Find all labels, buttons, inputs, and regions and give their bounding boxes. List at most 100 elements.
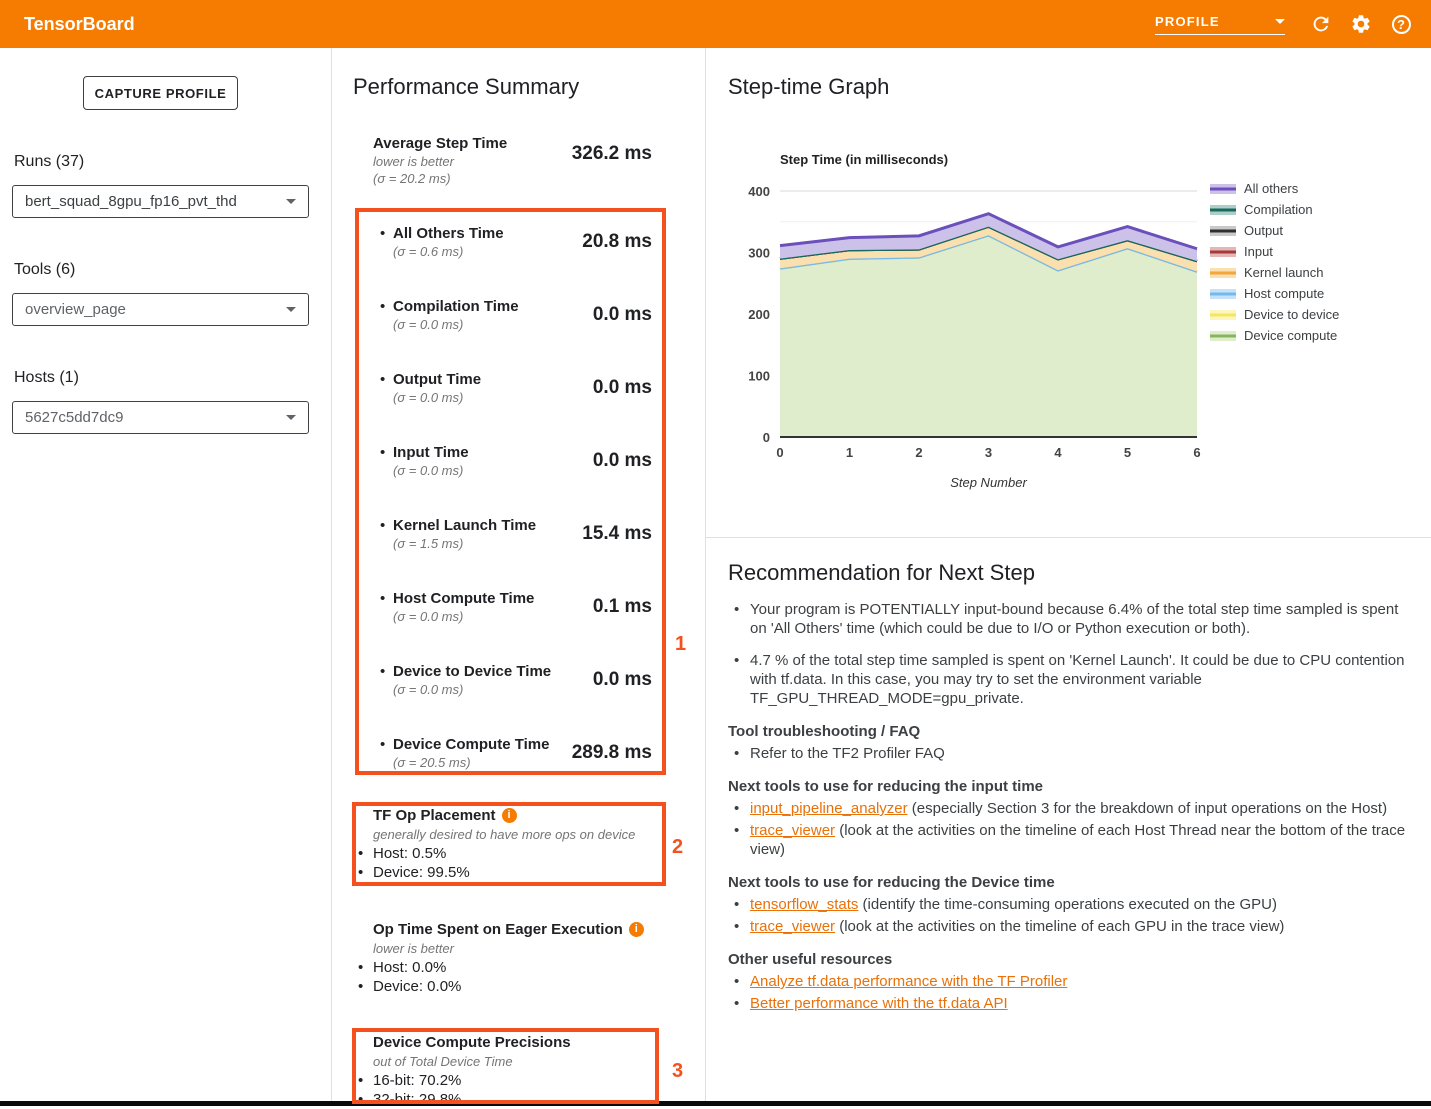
legend-label: Device to device [1244, 307, 1339, 322]
help-button[interactable]: ? [1381, 4, 1421, 44]
metric-value: 20.8 ms [582, 231, 652, 253]
recommendation-list: Refer to the TF2 Profiler FAQ [728, 744, 1417, 763]
metric-row: •Compilation Time(σ = 0.0 ms)0.0 ms [332, 298, 705, 342]
right-panel: Step-time Graph 01002003004000123456Step… [706, 48, 1431, 1101]
stat-list-item: Host: 0.5% [373, 844, 705, 863]
recommendation-text: 4.7 % of the total step time sampled is … [750, 652, 1404, 707]
metric-sigma: (σ = 0.0 ms) [393, 681, 705, 698]
metric-subtitle: lower is better [373, 153, 705, 170]
bullet-icon: • [380, 736, 385, 753]
recommendation-text: (identify the time-consuming operations … [858, 896, 1277, 913]
recommendation-link[interactable]: tensorflow_stats [750, 896, 858, 913]
metric-row: •All Others Time(σ = 0.6 ms)20.8 ms [332, 225, 705, 269]
refresh-button[interactable] [1301, 4, 1341, 44]
chevron-down-icon [286, 307, 296, 312]
y-tick-label: 100 [748, 369, 770, 384]
metric-title: Device Compute Time [393, 736, 705, 754]
runs-label: Runs (37) [14, 153, 84, 171]
recommendation-list: tensorflow_stats (identify the time-cons… [728, 895, 1417, 936]
recommendation-text: Refer to the TF2 Profiler FAQ [750, 745, 945, 762]
metric-sigma: (σ = 0.0 ms) [393, 462, 705, 479]
recommendation-section-heading: Tool troubleshooting / FAQ [728, 722, 1417, 741]
stat-list-item: 32-bit: 29.8% [373, 1090, 705, 1109]
sidebar: CAPTURE PROFILE Runs (37) bert_squad_8gp… [0, 48, 332, 1101]
legend-label: Kernel launch [1244, 265, 1324, 280]
app-title: TensorBoard [24, 14, 135, 35]
header-actions: PROFILE ? [1155, 0, 1421, 48]
metric-title: Compilation Time [393, 298, 705, 316]
stat-list-item: 16-bit: 70.2% [373, 1071, 705, 1090]
tools-select[interactable]: overview_page [12, 293, 309, 326]
hosts-select-value: 5627c5dd7dc9 [25, 409, 123, 426]
info-icon[interactable]: i [629, 922, 644, 937]
recommendation-item: Analyze tf.data performance with the TF … [728, 972, 1417, 991]
metric-title: Output Time [393, 371, 705, 389]
recommendation-item: Your program is POTENTIALLY input-bound … [728, 600, 1417, 638]
metric-row: •Kernel Launch Time(σ = 1.5 ms)15.4 ms [332, 517, 705, 561]
y-tick-label: 0 [763, 430, 770, 445]
y-tick-label: 400 [748, 184, 770, 199]
annotation-number-3: 3 [672, 1060, 683, 1083]
metric-row: •Device Compute Time(σ = 20.5 ms)289.8 m… [332, 736, 705, 780]
recommendation-item: trace_viewer (look at the activities on … [728, 917, 1417, 936]
metric-sigma: (σ = 0.0 ms) [393, 389, 705, 406]
bullet-icon: • [380, 517, 385, 534]
recommendation-list: Your program is POTENTIALLY input-bound … [728, 600, 1417, 708]
metric-title: Host Compute Time [393, 590, 705, 608]
recommendation-text: (look at the activities on the timeline … [835, 918, 1284, 935]
stat-list-item: Device: 99.5% [373, 863, 705, 882]
eager-execution-block: Op Time Spent on Eager Executioni lower … [332, 920, 705, 996]
average-step-time-row: Average Step Time lower is better (σ = 2… [332, 135, 705, 187]
info-icon[interactable]: i [502, 808, 517, 823]
metric-value: 0.0 ms [593, 450, 652, 472]
recommendation-link[interactable]: trace_viewer [750, 918, 835, 935]
performance-summary-panel: Performance Summary Average Step Time lo… [332, 48, 706, 1101]
legend-label: Output [1244, 223, 1283, 238]
metric-sigma: (σ = 20.2 ms) [373, 170, 705, 187]
recommendation-link[interactable]: Analyze tf.data performance with the TF … [750, 973, 1067, 990]
stat-subtitle: generally desired to have more ops on de… [373, 825, 705, 844]
y-tick-label: 300 [748, 246, 770, 261]
legend-label: Compilation [1244, 202, 1313, 217]
step-time-chart: 01002003004000123456Step Time (in millis… [706, 148, 1431, 513]
recommendation-heading: Recommendation for Next Step [728, 560, 1035, 586]
bottom-border-bar [0, 1101, 1431, 1106]
annotation-number-2: 2 [672, 836, 683, 859]
capture-profile-button[interactable]: CAPTURE PROFILE [83, 76, 238, 110]
x-tick-label: 6 [1193, 445, 1200, 460]
recommendation-item: Better performance with the tf.data API [728, 994, 1417, 1013]
tools-select-value: overview_page [25, 301, 126, 318]
metric-sigma: (σ = 0.0 ms) [393, 316, 705, 333]
recommendation-link[interactable]: trace_viewer [750, 822, 835, 839]
gear-icon [1350, 13, 1372, 35]
recommendation-text: (look at the activities on the timeline … [750, 822, 1405, 858]
y-tick-label: 200 [748, 307, 770, 322]
metric-row: •Output Time(σ = 0.0 ms)0.0 ms [332, 371, 705, 415]
recommendation-item: Refer to the TF2 Profiler FAQ [728, 744, 1417, 763]
metric-value: 0.0 ms [593, 304, 652, 326]
dashboard-selector[interactable]: PROFILE [1155, 14, 1285, 35]
tf-op-placement-block: TF Op Placementi generally desired to ha… [332, 806, 705, 882]
recommendation-section-heading: Next tools to use for reducing the input… [728, 777, 1417, 796]
section-divider [706, 537, 1431, 538]
stat-list: Host: 0.5%Device: 99.5% [332, 844, 705, 882]
hosts-label: Hosts (1) [14, 369, 79, 387]
recommendation-list: input_pipeline_analyzer (especially Sect… [728, 799, 1417, 859]
recommendation-item: input_pipeline_analyzer (especially Sect… [728, 799, 1417, 818]
stat-subtitle: lower is better [373, 939, 705, 958]
runs-select[interactable]: bert_squad_8gpu_fp16_pvt_thd [12, 185, 309, 218]
metric-sigma: (σ = 0.6 ms) [393, 243, 705, 260]
tools-label: Tools (6) [14, 261, 75, 279]
recommendation-link[interactable]: input_pipeline_analyzer [750, 800, 908, 817]
x-tick-label: 5 [1124, 445, 1131, 460]
recommendation-text: (especially Section 3 for the breakdown … [908, 800, 1387, 817]
area-device-compute [780, 235, 1197, 437]
metric-sigma: (σ = 20.5 ms) [393, 754, 705, 771]
bullet-icon: • [380, 590, 385, 607]
recommendation-link[interactable]: Better performance with the tf.data API [750, 995, 1008, 1012]
metric-value: 15.4 ms [582, 523, 652, 545]
settings-button[interactable] [1341, 4, 1381, 44]
hosts-select[interactable]: 5627c5dd7dc9 [12, 401, 309, 434]
chevron-down-icon [286, 415, 296, 420]
recommendation-item: trace_viewer (look at the activities on … [728, 821, 1417, 859]
